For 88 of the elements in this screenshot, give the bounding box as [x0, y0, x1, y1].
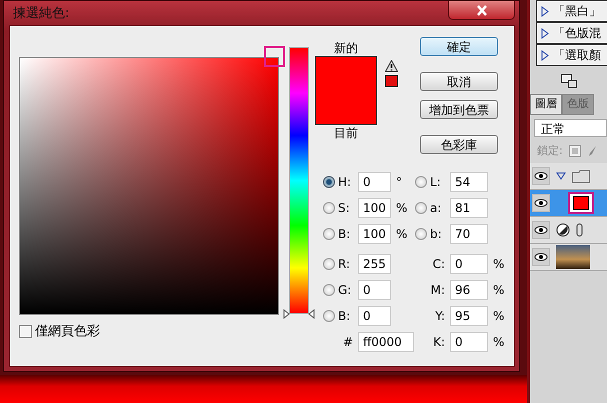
radio-button[interactable]	[323, 258, 335, 270]
field-label: B:	[338, 308, 352, 325]
checkbox-label: 僅網頁色彩	[35, 323, 100, 341]
new-color-label: 新的	[334, 40, 358, 56]
input-field[interactable]: 96	[450, 280, 488, 300]
current-color-label: 目前	[334, 125, 358, 141]
unit-label: °	[395, 174, 403, 191]
layer-row[interactable]	[530, 163, 607, 190]
hue-slider-handle[interactable]	[282, 309, 316, 319]
field-label: H:	[338, 174, 352, 191]
folder-icon	[572, 170, 590, 182]
layer-row[interactable]	[530, 244, 607, 271]
dialog-button[interactable]: 取消	[420, 72, 498, 91]
input-field[interactable]: 0	[358, 306, 391, 326]
history-item[interactable]: 「色版混	[536, 22, 607, 44]
link-icon[interactable]	[576, 223, 583, 237]
unit-label: %	[492, 308, 505, 325]
input-field[interactable]: 81	[450, 198, 488, 218]
unit-label: %	[492, 256, 505, 273]
window-title: 揀選純色:	[12, 5, 70, 23]
triangle-icon	[541, 50, 549, 60]
field-label: K:	[432, 334, 446, 351]
visibility-icon[interactable]	[532, 194, 550, 212]
field-label: M:	[430, 282, 446, 299]
unit-label: %	[492, 282, 505, 299]
input-field[interactable]: 0	[358, 280, 391, 300]
color-swatch	[315, 56, 377, 125]
checkbox[interactable]	[19, 325, 32, 338]
radio-button[interactable]	[323, 176, 335, 188]
input-field[interactable]: 100	[358, 198, 391, 218]
expand-triangle-icon[interactable]	[556, 172, 566, 180]
triangle-icon	[541, 28, 549, 38]
dialog-button[interactable]: 增加到色票	[420, 100, 498, 119]
input-field[interactable]: 95	[450, 306, 488, 326]
field-label: G:	[338, 282, 352, 299]
hue-slider[interactable]	[282, 47, 316, 319]
history-item[interactable]: 「黑白」	[536, 0, 607, 22]
unit-label: %	[395, 226, 408, 243]
field-label: a:	[430, 200, 442, 217]
photo-placeholder	[556, 245, 590, 269]
close-button[interactable]	[448, 1, 515, 20]
unit-label: %	[492, 334, 505, 351]
radio-button[interactable]	[415, 228, 427, 240]
visibility-icon[interactable]	[532, 221, 550, 239]
field-label: b:	[430, 226, 443, 243]
input-field[interactable]: 0	[450, 332, 488, 352]
input-field[interactable]: 255	[358, 254, 391, 274]
radio-button[interactable]	[323, 310, 335, 322]
blend-mode-dropdown[interactable]: 正常	[534, 118, 607, 136]
visibility-icon[interactable]	[532, 167, 550, 185]
field-label: L:	[430, 174, 442, 191]
ok-button[interactable]: 確定	[420, 37, 498, 56]
panel-tab[interactable]: 圖層	[530, 94, 562, 114]
history-label: 「選取顏	[553, 47, 601, 64]
input-field[interactable]: 0	[358, 172, 391, 192]
radio-button[interactable]	[323, 284, 335, 296]
radio-button[interactable]	[323, 202, 335, 214]
input-field[interactable]: ff0000	[358, 332, 414, 352]
history-label: 「色版混	[553, 25, 601, 42]
unit-label: %	[395, 200, 408, 217]
dialog-button[interactable]: 色彩庫	[420, 135, 498, 154]
field-label: B:	[338, 226, 352, 243]
adjustment-icon	[556, 223, 570, 237]
field-label: S:	[338, 200, 351, 217]
radio-button[interactable]	[415, 202, 427, 214]
layer-row[interactable]	[530, 190, 607, 217]
input-field[interactable]: 70	[450, 224, 488, 244]
field-label: Y:	[434, 308, 446, 325]
new-document-icon[interactable]	[560, 74, 576, 88]
close-icon	[476, 4, 488, 16]
layer-row[interactable]	[530, 217, 607, 244]
input-field[interactable]: 0	[450, 254, 488, 274]
triangle-icon	[541, 6, 549, 16]
field-label: #	[342, 334, 354, 351]
gamut-color-swatch[interactable]	[385, 75, 398, 87]
history-label: 「黑白」	[553, 3, 601, 20]
radio-button[interactable]	[323, 228, 335, 240]
field-label: C:	[432, 256, 446, 273]
radio-button[interactable]	[415, 176, 427, 188]
visibility-icon[interactable]	[532, 248, 550, 266]
layer-thumbnail[interactable]	[568, 192, 594, 214]
history-item[interactable]: 「選取顏	[536, 44, 607, 66]
color-picker-cursor[interactable]	[264, 46, 285, 67]
input-field[interactable]: 100	[358, 224, 391, 244]
warning-icon[interactable]	[385, 60, 398, 72]
field-label: R:	[338, 256, 352, 273]
lock-label: 鎖定:	[537, 142, 563, 158]
input-field[interactable]: 54	[450, 172, 488, 192]
